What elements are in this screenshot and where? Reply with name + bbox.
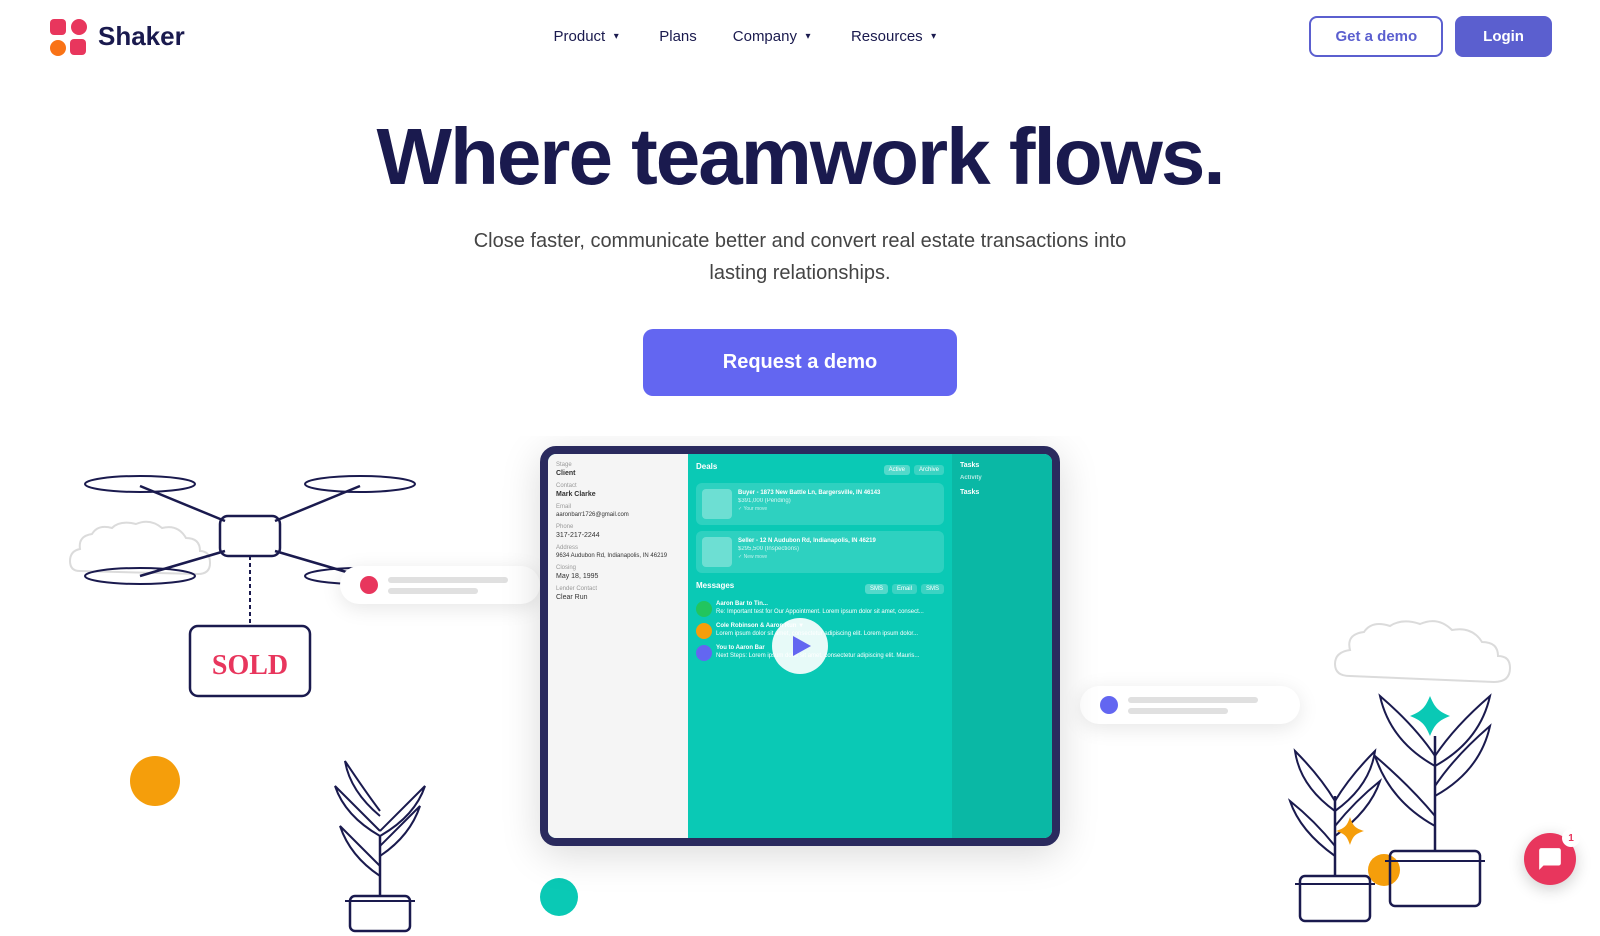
play-triangle-icon	[793, 636, 811, 656]
chat-badge: 1	[1562, 829, 1580, 847]
login-button[interactable]: Login	[1455, 16, 1552, 57]
float-dot-right	[1100, 696, 1118, 714]
logo-link[interactable]: Shaker	[48, 17, 185, 57]
nav-plans[interactable]: Plans	[645, 20, 711, 53]
teal-circle-shape	[540, 878, 578, 916]
screen-left-panel: Stage Client Contact Mark Clarke Email a…	[548, 454, 688, 838]
illustration-section: SOLD Stage Client Contact Mark Clarke Em…	[0, 436, 1600, 936]
hero-section: Where teamwork flows. Close faster, comm…	[0, 73, 1600, 436]
plant-left-illustration	[290, 736, 470, 936]
nav-company[interactable]: Company ▾	[719, 20, 829, 53]
hero-subtitle: Close faster, communicate better and con…	[460, 225, 1140, 289]
float-line-2	[388, 588, 478, 594]
nav-actions: Get a demo Login	[1309, 16, 1552, 57]
float-lines-left	[388, 577, 508, 594]
float-line-r2	[1128, 708, 1228, 714]
get-demo-button[interactable]: Get a demo	[1309, 16, 1443, 57]
float-lines-right	[1128, 697, 1258, 714]
play-button[interactable]	[772, 618, 828, 674]
plant-right-illustration	[1280, 656, 1500, 936]
float-line-1	[388, 577, 508, 583]
screen-mockup: Stage Client Contact Mark Clarke Email a…	[540, 446, 1060, 846]
svg-text:SOLD: SOLD	[212, 650, 288, 681]
hero-title: Where teamwork flows.	[48, 113, 1552, 201]
nav-product[interactable]: Product ▾	[540, 20, 638, 53]
chat-icon	[1537, 846, 1563, 872]
chat-widget[interactable]: 1	[1524, 833, 1576, 885]
logo-text: Shaker	[98, 21, 185, 52]
orange-circle-shape	[130, 756, 180, 806]
request-demo-button[interactable]: Request a demo	[643, 329, 957, 396]
product-chevron-icon: ▾	[609, 30, 623, 44]
nav-resources[interactable]: Resources ▾	[837, 20, 955, 53]
company-chevron-icon: ▾	[801, 30, 815, 44]
resources-chevron-icon: ▾	[927, 30, 941, 44]
float-line-r1	[1128, 697, 1258, 703]
float-dot-left	[360, 576, 378, 594]
float-card-right	[1080, 686, 1300, 724]
logo-icon	[48, 17, 88, 57]
nav-links: Product ▾ Plans Company ▾ Resources ▾	[540, 20, 955, 53]
float-card-left	[340, 566, 540, 604]
navbar: Shaker Product ▾ Plans Company ▾ Resourc…	[0, 0, 1600, 73]
screen-right-panel: Tasks Activity Tasks	[952, 454, 1052, 838]
